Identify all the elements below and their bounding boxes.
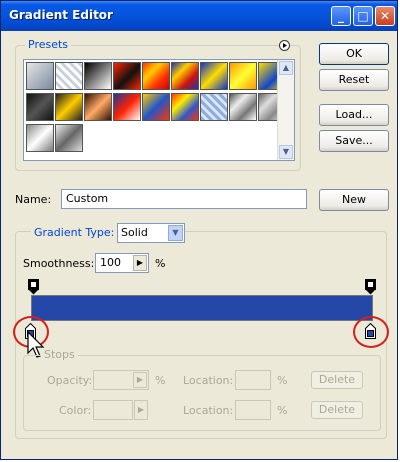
preset-swatch[interactable] xyxy=(142,93,170,121)
gradient-editor-window: Gradient Editor _ □ ✕ Presets ▲ ▼ OK Res… xyxy=(0,0,398,460)
scroll-up-arrow-icon[interactable]: ▲ xyxy=(279,61,293,75)
preset-swatch[interactable] xyxy=(171,62,199,90)
highlight-circle-right xyxy=(353,316,389,348)
color-arrow-icon[interactable]: ▶ xyxy=(134,400,148,420)
window-title: Gradient Editor xyxy=(9,8,113,22)
opacity-stop-left[interactable] xyxy=(28,279,39,295)
gradient-type-select[interactable]: Solid ▼ xyxy=(117,223,185,243)
preset-swatch[interactable] xyxy=(55,62,83,90)
gradient-type-value: Solid xyxy=(121,226,148,239)
preset-swatch[interactable] xyxy=(171,93,199,121)
save-button[interactable]: Save... xyxy=(319,130,389,152)
location-input-2[interactable] xyxy=(235,400,271,420)
stops-group xyxy=(23,355,381,431)
preset-swatch[interactable] xyxy=(26,62,54,90)
smoothness-value: 100 xyxy=(100,256,121,269)
scroll-down-arrow-icon[interactable]: ▼ xyxy=(279,145,293,159)
preset-swatch[interactable] xyxy=(113,62,141,90)
presets-menu-icon[interactable] xyxy=(279,40,290,51)
delete-button-2[interactable]: Delete xyxy=(311,401,363,419)
preset-swatch[interactable] xyxy=(200,62,228,90)
opacity-label: Opacity: xyxy=(47,374,93,387)
preset-swatch[interactable] xyxy=(229,93,257,121)
presets-grid: ▲ ▼ xyxy=(23,59,295,161)
location-label-1: Location: xyxy=(183,374,234,387)
chevron-down-icon[interactable]: ▼ xyxy=(168,225,183,241)
name-label: Name: xyxy=(15,193,52,206)
delete-button-1[interactable]: Delete xyxy=(311,371,363,389)
location-unit-2: % xyxy=(277,404,288,417)
title-bar[interactable]: Gradient Editor _ □ ✕ xyxy=(1,1,397,31)
preset-swatch[interactable] xyxy=(142,62,170,90)
load-button[interactable]: Load... xyxy=(319,104,389,126)
preset-swatch[interactable] xyxy=(229,62,257,90)
opacity-input[interactable]: ▶ xyxy=(93,370,149,390)
preset-swatch[interactable] xyxy=(26,93,54,121)
ok-button[interactable]: OK xyxy=(319,43,389,65)
location-input-1[interactable] xyxy=(235,370,271,390)
preset-swatch[interactable] xyxy=(55,93,83,121)
minimize-button[interactable]: _ xyxy=(331,6,351,26)
presets-scrollbar[interactable]: ▲ ▼ xyxy=(277,60,294,160)
opacity-stop-right[interactable] xyxy=(365,279,376,295)
reset-button[interactable]: Reset xyxy=(319,69,389,91)
preset-swatch[interactable] xyxy=(200,93,228,121)
preset-swatch[interactable] xyxy=(26,124,54,152)
presets-label: Presets xyxy=(25,38,72,51)
close-button[interactable]: ✕ xyxy=(375,6,395,26)
name-input[interactable]: Custom xyxy=(61,189,307,209)
preset-swatch[interactable] xyxy=(113,93,141,121)
location-unit-1: % xyxy=(277,374,288,387)
smoothness-arrow-icon[interactable]: ▶ xyxy=(133,255,147,271)
smoothness-input[interactable]: 100 ▶ xyxy=(95,253,149,273)
gradient-preview-bar[interactable] xyxy=(31,295,373,321)
maximize-button[interactable]: □ xyxy=(353,6,373,26)
preset-swatch[interactable] xyxy=(55,124,83,152)
location-label-2: Location: xyxy=(183,404,234,417)
preset-swatch[interactable] xyxy=(84,93,112,121)
smoothness-unit: % xyxy=(155,257,166,270)
new-button[interactable]: New xyxy=(319,189,389,211)
preset-swatch[interactable] xyxy=(84,62,112,90)
color-swatch-field[interactable] xyxy=(93,400,133,420)
smoothness-label: Smoothness: xyxy=(23,257,95,270)
gradient-type-label: Gradient Type: xyxy=(31,226,118,239)
opacity-unit: % xyxy=(155,374,166,387)
stops-label: Stops xyxy=(41,348,78,361)
opacity-arrow-icon[interactable]: ▶ xyxy=(133,372,147,388)
color-label: Color: xyxy=(59,404,92,417)
